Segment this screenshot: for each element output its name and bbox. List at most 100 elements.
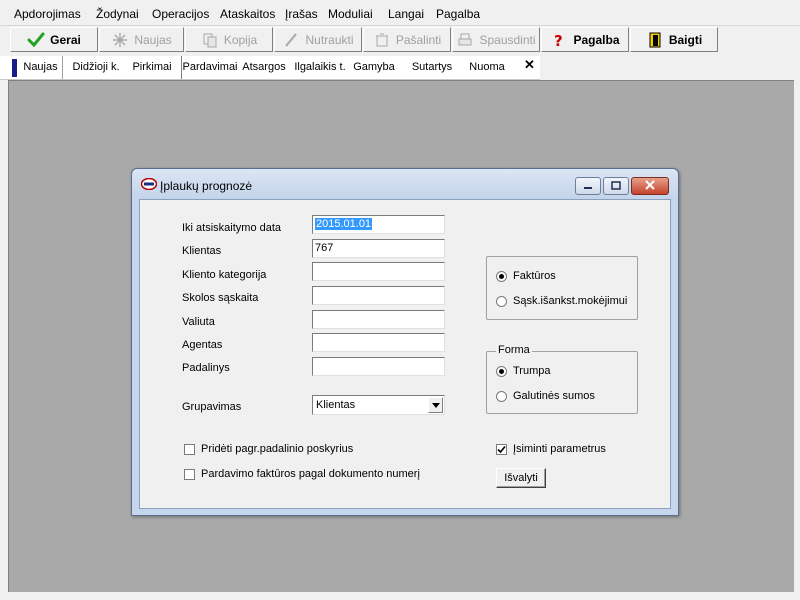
client-category-label: Kliento kategorija <box>182 269 267 281</box>
remember-checkbox-box <box>496 443 507 455</box>
radio-prepayment-invoices[interactable]: Sąsk.išankst.mokėjimui <box>496 295 627 307</box>
date-input-value: 2015.01.01 <box>315 218 373 230</box>
menu-apdorojimas[interactable]: Apdorojimas <box>14 7 81 21</box>
copy-icon <box>201 31 219 49</box>
client-label: Klientas <box>182 245 222 257</box>
radio-invoices[interactable]: Faktūros <box>496 270 556 282</box>
tab-gamyba[interactable]: Gamyba <box>352 56 396 79</box>
radio-short-label: Trumpa <box>513 365 551 377</box>
tab-sutartys[interactable]: Sutartys <box>409 56 455 79</box>
grouping-select[interactable]: Klientas <box>312 395 445 415</box>
menu-langai[interactable]: Langai <box>388 7 424 21</box>
check-icon <box>27 31 45 49</box>
chevron-down-icon[interactable] <box>428 397 443 413</box>
ok-button[interactable]: Gerai <box>10 27 98 52</box>
delete-button-label: Pašalinti <box>395 32 442 47</box>
help-icon: ? <box>550 31 568 49</box>
checkmark-icon <box>497 445 506 453</box>
dialog-body: Iki atsiskaitymo data Klientas Kliento k… <box>139 199 671 509</box>
by-doc-number-checkbox-label: Pardavimo faktūros pagal dokumento numer… <box>201 468 420 480</box>
division-input[interactable] <box>312 357 445 376</box>
agent-input[interactable] <box>312 333 445 352</box>
print-icon <box>456 31 474 49</box>
cash-forecast-dialog: Įplaukų prognozė Iki atsiskaitymo data K… <box>131 168 679 516</box>
dialog-title-bar[interactable]: Įplaukų prognozė <box>132 169 678 199</box>
maximize-button[interactable] <box>603 177 629 195</box>
date-label: Iki atsiskaitymo data <box>182 222 282 234</box>
doc-type-group: Faktūros Sąsk.išankst.mokėjimui <box>486 256 638 320</box>
frame-right <box>794 80 800 592</box>
menu-operacijos[interactable]: Operacijos <box>152 7 209 21</box>
tab-pirkimai[interactable]: Pirkimai <box>129 56 175 79</box>
menu-pagalba[interactable]: Pagalba <box>436 7 480 21</box>
minimize-button[interactable] <box>575 177 601 195</box>
add-division-checkbox-label: Pridėti pagr.padalinio poskyrius <box>201 443 354 455</box>
new-button-label: Naujas <box>134 32 172 47</box>
frame-bottom <box>0 592 800 600</box>
client-category-input[interactable] <box>312 262 445 281</box>
exit-button[interactable]: Baigti <box>630 27 718 52</box>
radio-totals[interactable]: Galutinės sumos <box>496 390 595 402</box>
tab-pardavimai[interactable]: Pardavimai <box>181 56 238 79</box>
copy-button-label: Kopija <box>223 32 258 47</box>
print-button[interactable]: Spausdinti <box>452 27 540 52</box>
menu-irasas[interactable]: Įrašas <box>285 7 318 21</box>
tab-close-icon[interactable]: ✕ <box>523 58 536 72</box>
tab-ilgalaikis-turtas[interactable]: Ilgalaikis t. <box>293 56 347 79</box>
remember-params-checkbox[interactable]: Įsiminti parametrus <box>496 443 606 455</box>
debt-account-input[interactable] <box>312 286 445 305</box>
new-button[interactable]: Naujas <box>99 27 184 52</box>
menu-bar: Apdorojimas Žodynai Operacijos Ataskaito… <box>0 0 800 26</box>
add-division-checkbox-box <box>184 443 195 455</box>
debt-account-label: Skolos sąskaita <box>182 292 259 304</box>
sparkle-icon <box>111 31 129 49</box>
cancel-button[interactable]: Nutraukti <box>274 27 362 52</box>
close-button[interactable] <box>631 177 669 195</box>
by-doc-number-checkbox-box <box>184 468 195 480</box>
radio-totals-label: Galutinės sumos <box>513 390 595 402</box>
tab-naujas[interactable]: Naujas <box>19 56 63 79</box>
tab-nuoma[interactable]: Nuoma <box>467 56 507 79</box>
delete-icon <box>373 31 391 49</box>
close-icon <box>645 179 655 193</box>
clear-button[interactable]: Išvalyti <box>496 468 546 488</box>
toolbar: Gerai Naujas Kopija Nutraukti Pašalinti … <box>0 26 800 54</box>
delete-button[interactable]: Pašalinti <box>363 27 451 52</box>
tab-didzioji-knyga[interactable]: Didžioji k. <box>69 56 123 79</box>
ok-button-label: Gerai <box>50 32 81 47</box>
add-division-subunits-checkbox[interactable]: Pridėti pagr.padalinio poskyrius <box>184 443 353 455</box>
radio-short[interactable]: Trumpa <box>496 365 551 377</box>
form-group: Forma Trumpa Galutinės sumos <box>486 344 638 414</box>
copy-button[interactable]: Kopija <box>185 27 273 52</box>
client-input[interactable]: 767 <box>312 239 445 258</box>
app-logo-icon <box>140 177 158 191</box>
cancel-icon <box>282 31 300 49</box>
date-input[interactable]: 2015.01.01 <box>312 215 445 234</box>
division-label: Padalinys <box>182 362 230 374</box>
minimize-icon <box>583 179 593 193</box>
menu-moduliai[interactable]: Moduliai <box>328 7 373 21</box>
tab-marker <box>12 59 17 77</box>
radio-prepayment-label: Sąsk.išankst.mokėjimui <box>513 295 628 307</box>
radio-totals-indicator <box>496 390 507 402</box>
print-button-label: Spausdinti <box>479 32 536 47</box>
by-doc-number-checkbox[interactable]: Pardavimo faktūros pagal dokumento numer… <box>184 468 420 480</box>
currency-input[interactable] <box>312 310 445 329</box>
dialog-title: Įplaukų prognozė <box>160 179 253 193</box>
cancel-button-label: Nutraukti <box>305 32 354 47</box>
radio-invoices-indicator <box>496 270 507 282</box>
menu-zodynai[interactable]: Žodynai <box>96 7 139 21</box>
agent-label: Agentas <box>182 339 223 351</box>
menu-ataskaitos[interactable]: Ataskaitos <box>220 7 275 21</box>
currency-label: Valiuta <box>182 316 215 328</box>
maximize-icon <box>611 179 621 193</box>
tab-atsargos[interactable]: Atsargos <box>240 56 288 79</box>
help-button[interactable]: ? Pagalba <box>541 27 629 52</box>
help-button-label: Pagalba <box>573 32 620 47</box>
grouping-select-value: Klientas <box>316 399 356 411</box>
module-tab-strip: Naujas Didžioji k. Pirkimai Pardavimai A… <box>0 56 540 80</box>
remember-checkbox-label: Įsiminti parametrus <box>513 443 606 455</box>
radio-invoices-label: Faktūros <box>513 270 556 282</box>
form-group-legend: Forma <box>496 344 532 356</box>
svg-text:?: ? <box>554 32 563 48</box>
